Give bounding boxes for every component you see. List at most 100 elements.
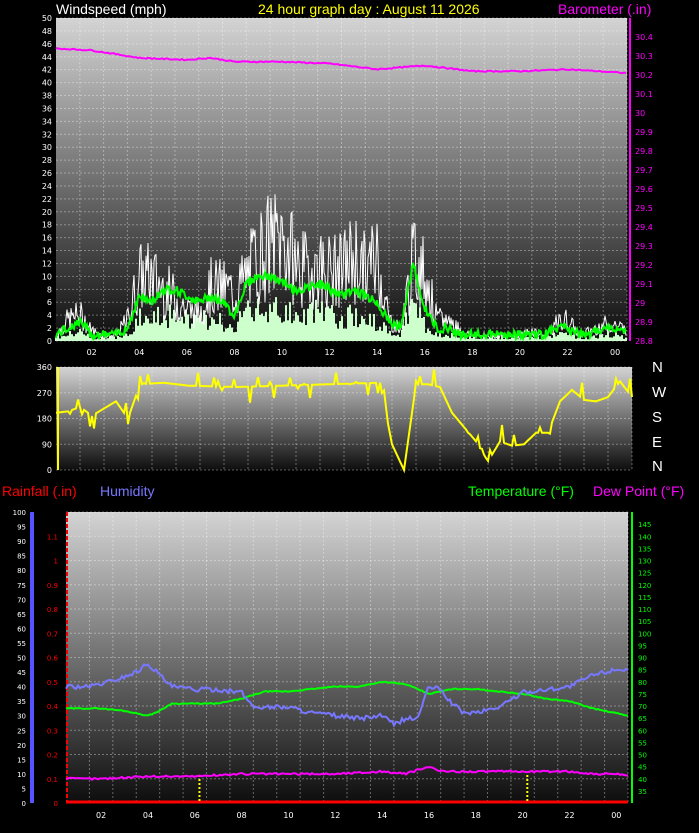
wind-y-tick-label: 44 — [42, 53, 52, 62]
barometer-y-tick-label: 29.2 — [635, 261, 653, 270]
wind-x-tick-label: 22 — [562, 348, 572, 357]
temperature-y-tick-label: 75 — [638, 691, 647, 699]
humidity-y-tick-label: 25 — [17, 727, 26, 735]
wind-y-tick-label: 14 — [42, 247, 52, 256]
direction-y-tick-label: 90 — [42, 440, 52, 449]
temperature-y-tick-label: 80 — [638, 679, 647, 687]
humidity-y-tick-label: 40 — [17, 684, 26, 692]
barometer-y-tick-label: 28.8 — [635, 337, 653, 346]
temperature-x-tick-label: 18 — [471, 811, 481, 820]
temperature-y-tick-label: 110 — [638, 606, 651, 614]
temperature-y-tick-label: 100 — [638, 630, 651, 638]
wind-y-tick-label: 10 — [42, 272, 52, 281]
temperature-y-tick-label: 90 — [638, 655, 647, 663]
wind-y-tick-label: 4 — [47, 311, 52, 320]
humidity-y-tick-label: 100 — [13, 509, 26, 517]
wind-y-tick-label: 24 — [42, 182, 52, 191]
wind-x-tick-label: 06 — [182, 348, 192, 357]
wind-y-tick-label: 26 — [42, 169, 52, 178]
humidity-y-tick-label: 75 — [17, 582, 26, 590]
temperature-y-tick-label: 140 — [638, 533, 651, 541]
humidity-y-tick-label: 20 — [17, 742, 26, 750]
wind-y-tick-label: 18 — [42, 221, 52, 230]
barometer-y-tick-label: 29.4 — [635, 223, 653, 232]
wind-y-tick-label: 36 — [42, 104, 52, 113]
barometer-y-tick-label: 29 — [635, 299, 645, 308]
wind-y-tick-label: 20 — [42, 208, 52, 217]
wind-y-tick-label: 28 — [42, 156, 52, 165]
humidity-y-tick-label: 85 — [17, 553, 26, 561]
wind-y-tick-label: 16 — [42, 234, 52, 243]
temperature-y-tick-label: 60 — [638, 727, 647, 735]
temperature-y-tick-label: 35 — [638, 788, 647, 796]
temperature-y-tick-label: 55 — [638, 739, 647, 747]
temperature-y-tick-label: 115 — [638, 594, 651, 602]
rainfall-y-tick-label: 1 — [54, 558, 58, 566]
barometer-y-tick-label: 29.1 — [635, 280, 653, 289]
temperature-x-tick-label: 04 — [143, 811, 153, 820]
barometer-y-tick-label: 29.3 — [635, 242, 653, 251]
temperature-x-tick-label: 00 — [611, 811, 621, 820]
direction-y-tick-label: 270 — [37, 389, 52, 398]
wind-y-tick-label: 32 — [42, 130, 52, 139]
barometer-y-tick-label: 29.5 — [635, 204, 653, 213]
humidity-y-tick-label: 5 — [22, 785, 26, 793]
wind-x-tick-label: 08 — [229, 348, 239, 357]
rainfall-y-tick-label: 0 — [54, 800, 58, 808]
wind-y-tick-label: 8 — [47, 285, 52, 294]
humidity-y-tick-label: 35 — [17, 698, 26, 706]
barometer-y-tick-label: 29.8 — [635, 147, 653, 156]
humidity-y-tick-label: 15 — [17, 756, 26, 764]
rainfall-y-tick-label: 0.8 — [47, 606, 58, 614]
rainfall-y-tick-label: 0.4 — [47, 703, 59, 711]
temperature-x-tick-label: 12 — [330, 811, 340, 820]
wind-y-tick-label: 50 — [42, 14, 52, 23]
temperature-x-tick-label: 10 — [283, 811, 293, 820]
wind-y-tick-label: 42 — [42, 66, 52, 75]
wind-y-tick-label: 12 — [42, 259, 52, 268]
temperature-y-tick-label: 120 — [638, 582, 651, 590]
rainfall-y-tick-label: 0.5 — [47, 679, 58, 687]
humidity-y-tick-label: 10 — [17, 771, 26, 779]
temperature-x-tick-label: 22 — [564, 811, 574, 820]
barometer-y-tick-label: 30.4 — [635, 33, 653, 42]
temperature-y-tick-label: 40 — [638, 776, 647, 784]
rainfall-y-tick-label: 1.1 — [47, 533, 58, 541]
temperature-y-tick-label: 85 — [638, 667, 647, 675]
humidity-y-tick-label: 30 — [17, 713, 26, 721]
direction-y-tick-label: 180 — [37, 415, 52, 424]
wind-x-tick-label: 16 — [420, 348, 430, 357]
humidity-y-tick-label: 0 — [22, 800, 26, 808]
direction-y-tick-label: 0 — [47, 466, 52, 475]
humidity-y-tick-label: 50 — [17, 655, 26, 663]
rainfall-y-tick-label: 0.9 — [47, 582, 58, 590]
wind-x-tick-label: 00 — [610, 348, 620, 357]
barometer-y-tick-label: 30.3 — [635, 52, 653, 61]
weather-charts: 0246810121416182022242628303234363840424… — [13, 14, 653, 820]
wind-x-tick-label: 14 — [372, 348, 382, 357]
temperature-y-tick-label: 135 — [638, 545, 651, 553]
humidity-y-tick-label: 95 — [17, 524, 26, 532]
rainfall-y-tick-label: 0.1 — [47, 776, 58, 784]
temperature-y-tick-label: 65 — [638, 715, 647, 723]
wind-y-tick-label: 46 — [42, 40, 52, 49]
humidity-y-tick-label: 60 — [17, 625, 26, 633]
wind-y-tick-label: 2 — [47, 324, 52, 333]
temperature-x-tick-label: 16 — [424, 811, 434, 820]
rainfall-y-tick-label: 0.7 — [47, 630, 58, 638]
wind-x-tick-label: 20 — [515, 348, 525, 357]
humidity-y-tick-label: 55 — [17, 640, 26, 648]
wind-y-tick-label: 48 — [42, 27, 52, 36]
temperature-x-tick-label: 14 — [377, 811, 387, 820]
temperature-y-tick-label: 105 — [638, 618, 651, 626]
barometer-y-tick-label: 30.2 — [635, 71, 653, 80]
humidity-y-tick-label: 90 — [17, 538, 26, 546]
wind-y-tick-label: 22 — [42, 195, 52, 204]
humidity-y-tick-label: 70 — [17, 596, 26, 604]
temperature-y-tick-label: 45 — [638, 764, 647, 772]
wind-y-tick-label: 38 — [42, 92, 52, 101]
temperature-x-tick-label: 06 — [190, 811, 200, 820]
wind-y-tick-label: 34 — [42, 117, 52, 126]
barometer-y-tick-label: 28.9 — [635, 318, 653, 327]
humidity-y-tick-label: 45 — [17, 669, 26, 677]
